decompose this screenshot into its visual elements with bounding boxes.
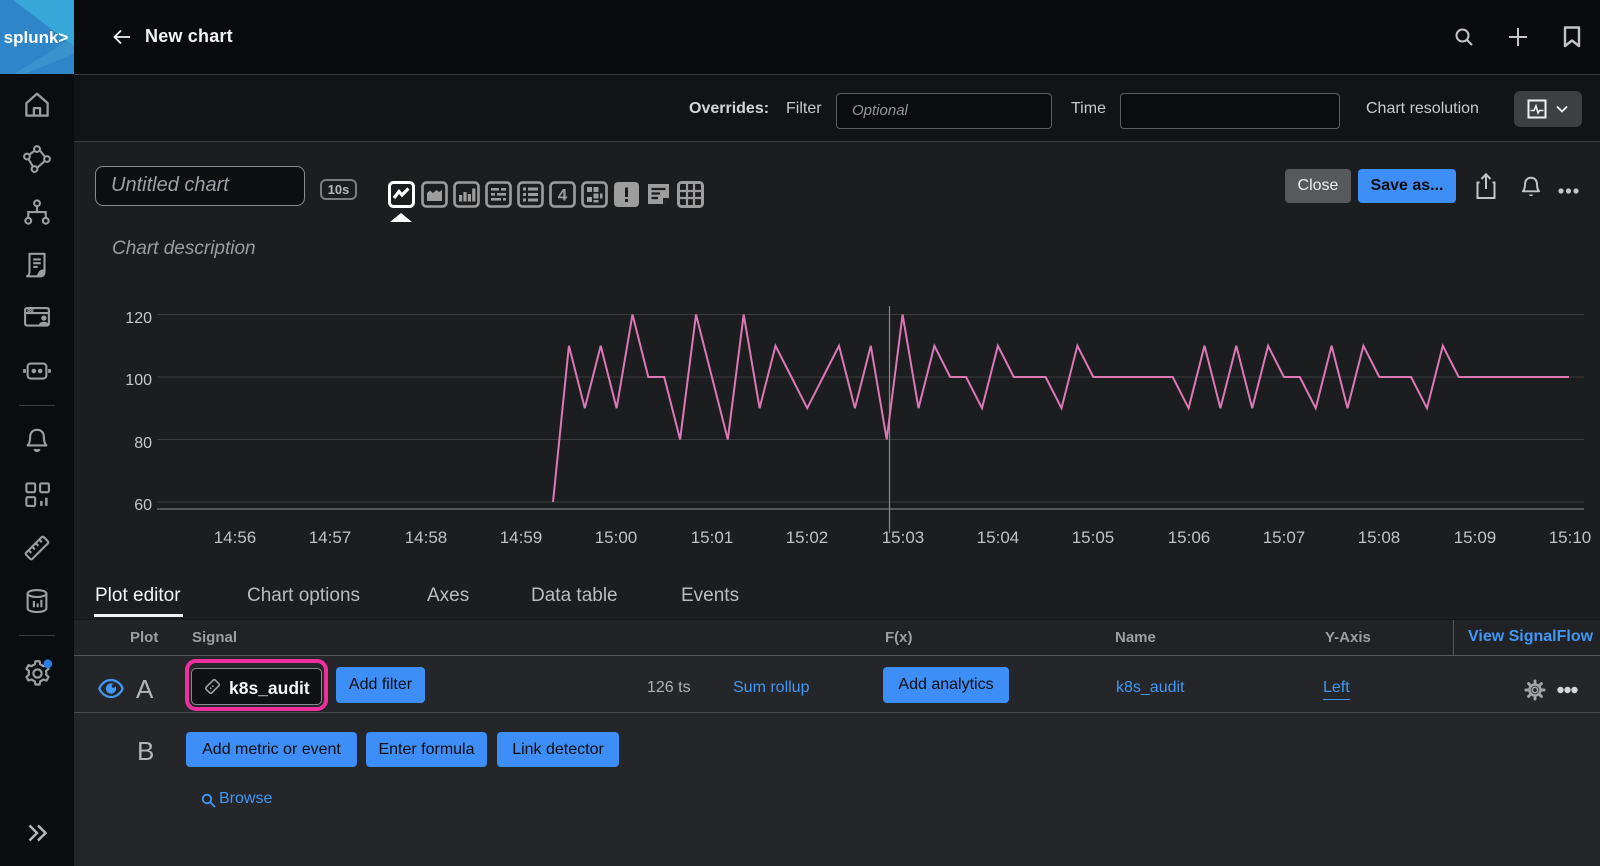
svg-text:15:08: 15:08 (1358, 528, 1401, 547)
svg-text:80: 80 (134, 435, 152, 452)
svg-text:15:06: 15:06 (1168, 528, 1211, 547)
svg-text:14:59: 14:59 (500, 528, 543, 547)
svg-text:15:03: 15:03 (882, 528, 925, 547)
svg-text:14:56: 14:56 (214, 528, 257, 547)
svg-text:14:58: 14:58 (405, 528, 448, 547)
svg-text:15:10: 15:10 (1549, 528, 1592, 547)
svg-text:15:05: 15:05 (1072, 528, 1115, 547)
svg-text:15:01: 15:01 (691, 528, 734, 547)
svg-text:4: 4 (557, 186, 567, 205)
svg-text:60: 60 (134, 497, 152, 514)
svg-text:120: 120 (125, 310, 152, 327)
svg-text:splunk>: splunk> (4, 28, 69, 47)
svg-text:15:02: 15:02 (786, 528, 829, 547)
svg-text:15:07: 15:07 (1263, 528, 1306, 547)
svg-text:15:09: 15:09 (1454, 528, 1497, 547)
svg-text:15:04: 15:04 (977, 528, 1020, 547)
svg-text:100: 100 (125, 372, 152, 389)
svg-text:14:57: 14:57 (309, 528, 352, 547)
svg-text:15:00: 15:00 (595, 528, 638, 547)
